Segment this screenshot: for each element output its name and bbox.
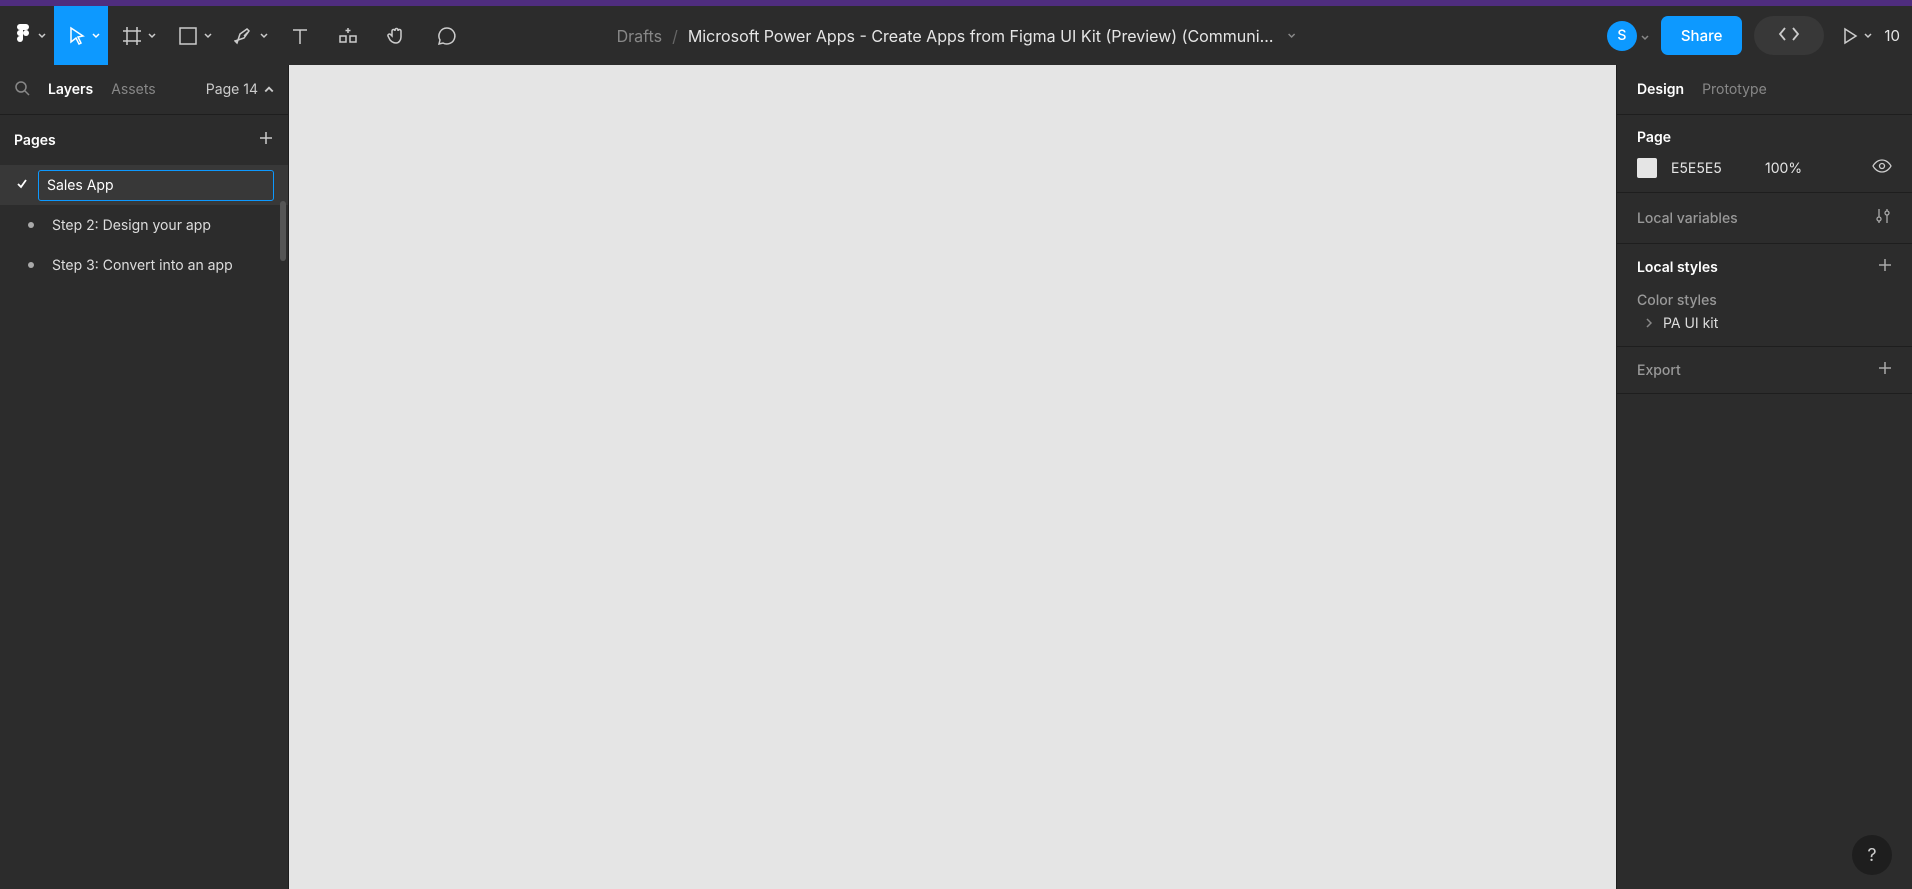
cursor-icon [68,26,86,46]
play-icon [1842,27,1858,45]
figma-logo-icon [14,24,32,48]
add-style-button[interactable] [1878,258,1892,276]
tab-assets[interactable]: Assets [111,81,155,98]
chevron-down-icon [260,32,268,40]
page-row-label: Step 3: Convert into an app [52,257,233,274]
code-icon [1778,26,1800,46]
hand-icon [386,25,408,47]
local-variables-label: Local variables [1637,210,1738,227]
search-icon[interactable] [14,80,30,100]
rectangle-icon [178,26,198,46]
color-style-group[interactable]: PA UI kit [1637,309,1892,332]
bullet-icon [28,222,34,228]
chevron-up-icon [264,81,274,98]
canvas[interactable] [289,65,1616,889]
pages-header-label: Pages [14,132,56,149]
shape-tool-button[interactable] [164,6,220,65]
resources-tool-button[interactable] [324,6,372,65]
comment-tool-button[interactable] [422,6,472,65]
chevron-down-icon [1864,32,1872,40]
help-button[interactable]: ? [1852,835,1892,875]
zoom-label[interactable]: 10 [1884,26,1900,45]
page-background-row: E5E5E5 100% [1637,158,1892,178]
chevron-down-icon [38,32,46,40]
toolbar-right: S Share 10 [1607,6,1912,65]
user-menu-button[interactable]: S [1607,21,1649,51]
comment-icon [436,25,458,47]
main-menu-button[interactable] [0,6,54,65]
pages-header: Pages [0,115,288,165]
tab-layers[interactable]: Layers [48,81,93,98]
chevron-down-icon [148,32,156,40]
pen-icon [234,26,254,46]
share-button[interactable]: Share [1661,16,1743,55]
present-button[interactable] [1836,6,1878,65]
left-panel: Layers Assets Page 14 Pages [0,65,289,889]
resources-icon [338,26,358,46]
main-toolbar: Drafts / Microsoft Power Apps - Create A… [0,6,1912,65]
breadcrumb: Drafts / Microsoft Power Apps - Create A… [617,26,1296,46]
bullet-icon [28,262,34,268]
color-styles-label: Color styles [1637,292,1892,309]
chevron-down-icon [92,32,100,40]
page-selector-label: Page 14 [206,81,258,98]
page-section: Page E5E5E5 100% [1617,115,1912,193]
help-icon: ? [1867,845,1876,866]
color-style-group-label: PA UI kit [1663,315,1718,332]
frame-tool-button[interactable] [108,6,164,65]
color-hex-value[interactable]: E5E5E5 [1671,160,1751,177]
page-row[interactable]: Step 2: Design your app [0,205,288,245]
breadcrumb-location[interactable]: Drafts [617,26,662,46]
avatar: S [1607,21,1637,51]
hand-tool-button[interactable] [372,6,422,65]
page-section-title: Page [1637,129,1892,146]
left-panel-tabs: Layers Assets Page 14 [0,65,288,115]
scrollbar-thumb[interactable] [280,201,286,261]
color-swatch[interactable] [1637,158,1657,178]
pages-list: Step 2: Design your app Step 3: Convert … [0,165,288,285]
file-title[interactable]: Microsoft Power Apps - Create Apps from … [688,26,1274,46]
page-row-editing[interactable] [0,165,288,205]
dev-mode-toggle[interactable] [1754,16,1824,55]
right-panel-tabs: Design Prototype [1617,65,1912,115]
page-selector[interactable]: Page 14 [206,81,274,98]
chevron-right-icon [1645,315,1653,332]
tab-prototype[interactable]: Prototype [1702,81,1767,98]
page-row[interactable]: Step 3: Convert into an app [0,245,288,285]
color-opacity-value[interactable]: 100% [1765,160,1802,177]
add-export-button[interactable] [1878,361,1892,379]
add-page-button[interactable] [258,130,274,150]
local-styles-label: Local styles [1637,259,1718,276]
chevron-down-icon [204,32,212,40]
chevron-down-icon [1641,26,1649,46]
frame-icon [122,26,142,46]
breadcrumb-divider: / [672,26,678,46]
export-label: Export [1637,362,1681,379]
text-icon [290,26,310,46]
check-icon [16,177,28,194]
local-variables-section[interactable]: Local variables [1617,193,1912,244]
export-section[interactable]: Export [1617,347,1912,394]
tab-design[interactable]: Design [1637,81,1684,98]
pen-tool-button[interactable] [220,6,276,65]
main-body: Layers Assets Page 14 Pages [0,65,1912,889]
file-title-menu-button[interactable] [1287,32,1295,40]
variables-settings-icon[interactable] [1874,207,1892,229]
text-tool-button[interactable] [276,6,324,65]
visibility-toggle-icon[interactable] [1872,159,1892,177]
right-panel: Design Prototype Page E5E5E5 100% Local … [1616,65,1912,889]
page-row-label: Step 2: Design your app [52,217,211,234]
page-name-input[interactable] [38,170,274,201]
move-tool-button[interactable] [54,6,108,65]
app-root: Drafts / Microsoft Power Apps - Create A… [0,6,1912,889]
avatar-initial: S [1617,27,1626,44]
local-styles-section: Local styles Color styles PA UI kit [1617,244,1912,347]
